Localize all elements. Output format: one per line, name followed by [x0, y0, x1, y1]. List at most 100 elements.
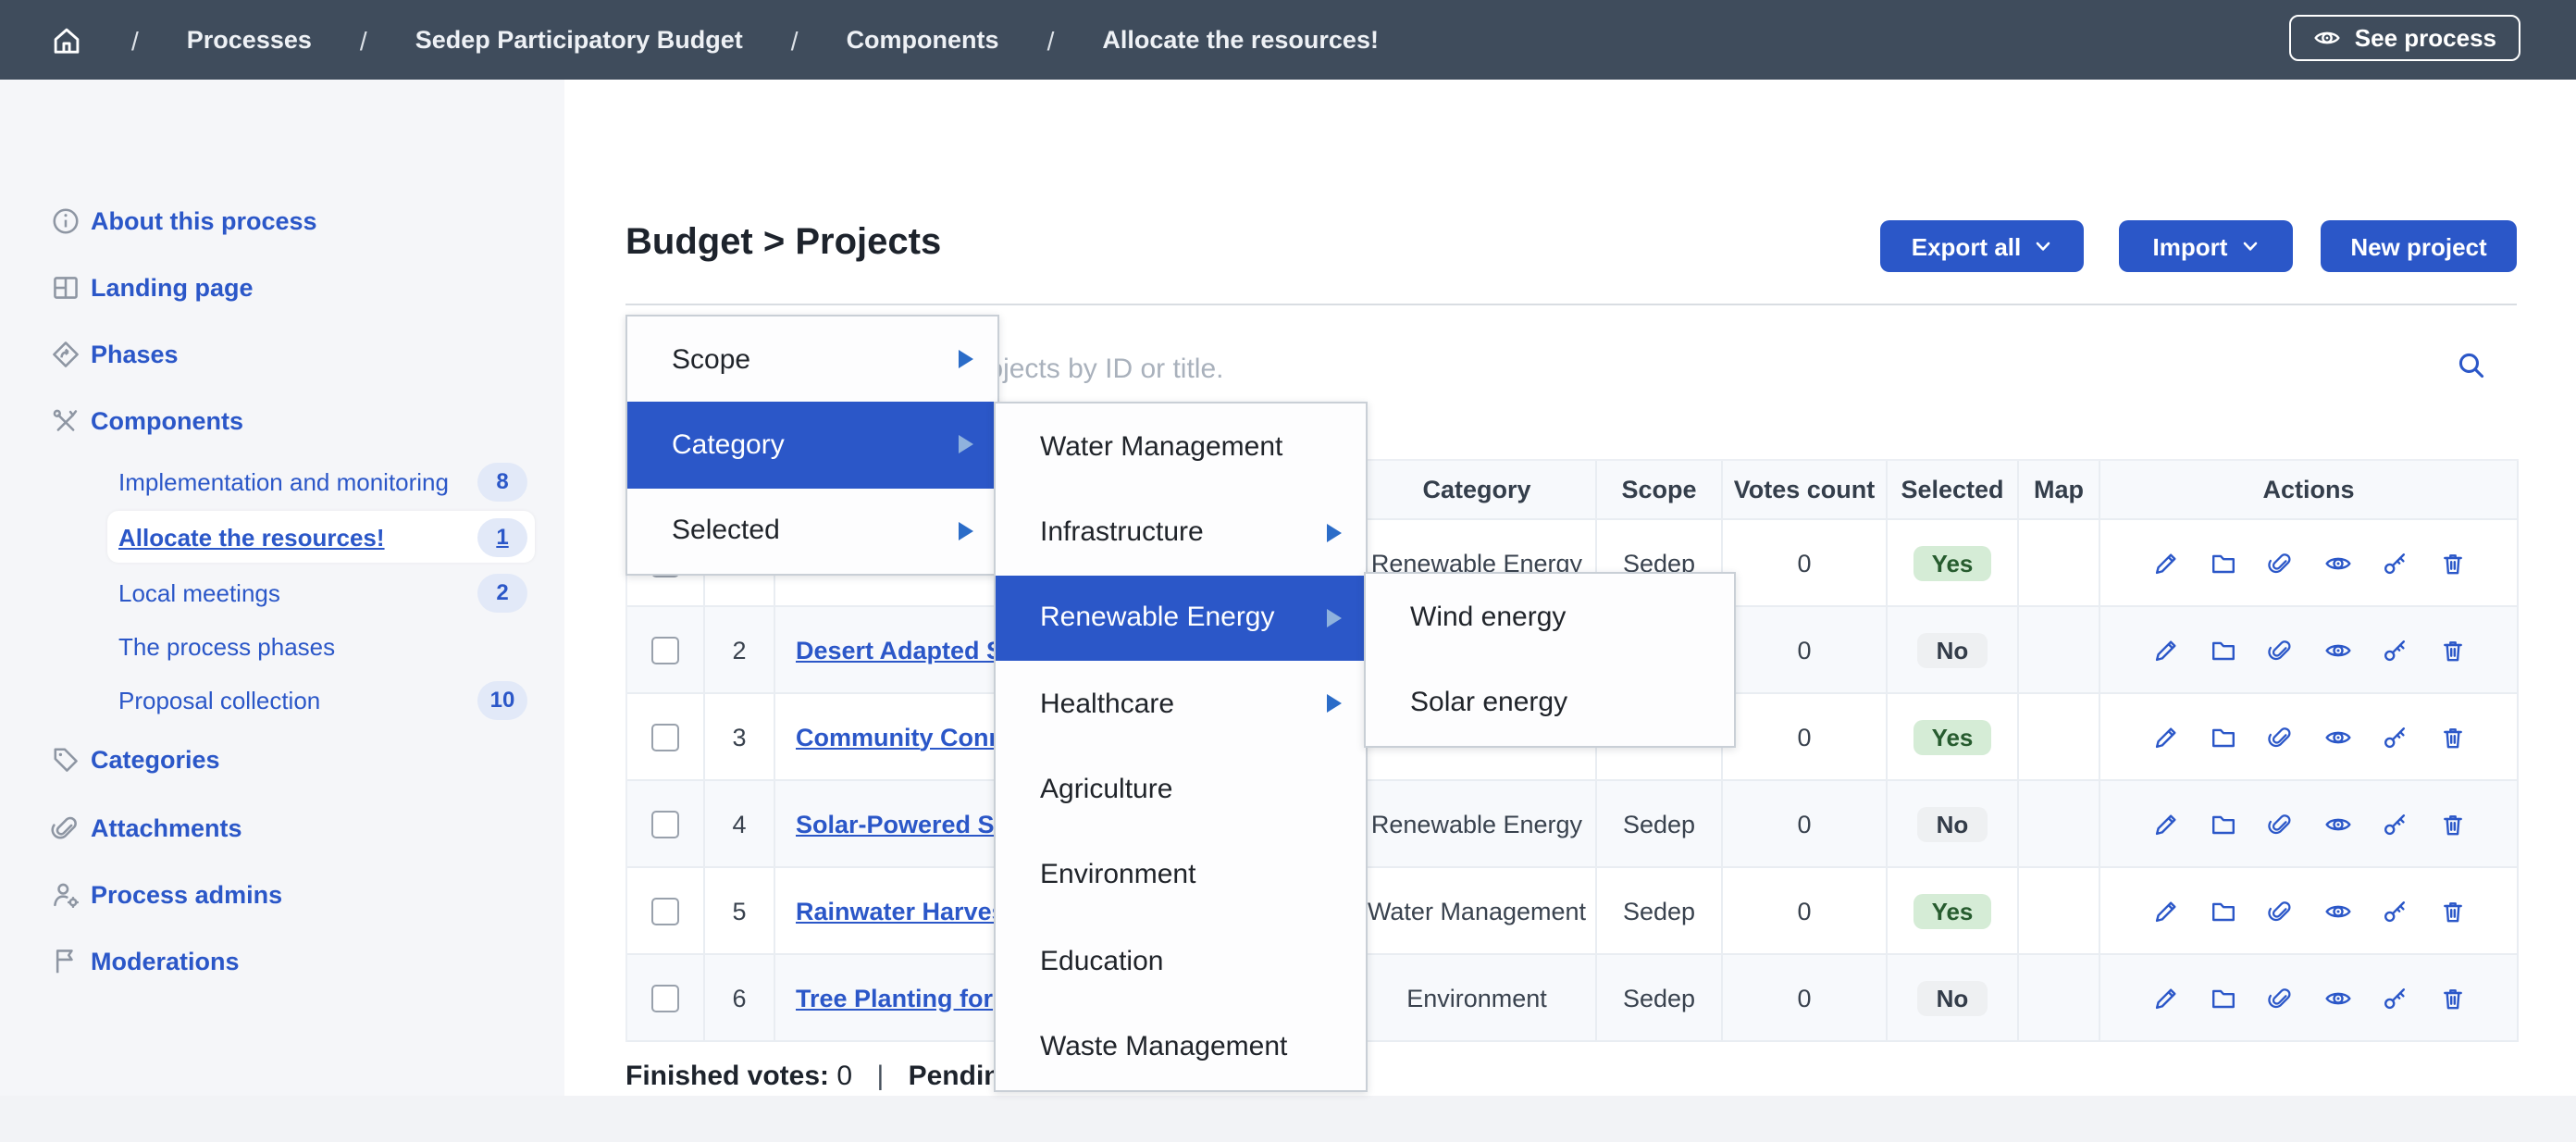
- folder-icon[interactable]: [2209, 636, 2236, 664]
- row-checkbox[interactable]: [651, 810, 679, 838]
- trash-icon[interactable]: [2438, 984, 2466, 1012]
- sidebar-item-label: Categories: [91, 745, 220, 773]
- key-icon[interactable]: [2381, 984, 2409, 1012]
- key-icon[interactable]: [2381, 897, 2409, 925]
- category-item-agriculture[interactable]: Agriculture: [996, 747, 1366, 833]
- breadcrumb-link-process[interactable]: Sedep Participatory Budget: [415, 26, 743, 54]
- project-title-link[interactable]: Solar-Powered St: [796, 810, 1003, 838]
- attachment-icon[interactable]: [2266, 636, 2294, 664]
- row-checkbox[interactable]: [651, 723, 679, 751]
- edit-icon[interactable]: [2151, 636, 2179, 664]
- breadcrumb-current[interactable]: Allocate the resources!: [1102, 26, 1379, 54]
- category-item-education[interactable]: Education: [996, 918, 1366, 1004]
- project-category: Water Management: [1358, 868, 1597, 955]
- key-icon[interactable]: [2381, 636, 2409, 664]
- chevron-down-icon: [2034, 237, 2052, 255]
- folder-icon[interactable]: [2209, 984, 2236, 1012]
- key-icon[interactable]: [2381, 810, 2409, 838]
- category-item-healthcare[interactable]: Healthcare: [996, 661, 1366, 747]
- category-item-water-management[interactable]: Water Management: [996, 403, 1366, 490]
- filter-menu-item-category[interactable]: Category: [627, 403, 997, 489]
- edit-icon[interactable]: [2151, 810, 2179, 838]
- preview-icon[interactable]: [2323, 810, 2351, 838]
- filter-menu-item-scope[interactable]: Scope: [627, 317, 997, 403]
- category-item-environment[interactable]: Environment: [996, 833, 1366, 919]
- preview-icon[interactable]: [2323, 723, 2351, 751]
- sidebar-item-allocate-resources[interactable]: Allocate the resources! 1: [0, 511, 564, 563]
- project-votes: 0: [1723, 868, 1888, 955]
- preview-icon[interactable]: [2323, 897, 2351, 925]
- breadcrumb-link-components[interactable]: Components: [847, 26, 999, 54]
- folder-icon[interactable]: [2209, 897, 2236, 925]
- user-gear-icon: [50, 878, 81, 910]
- sidebar-item-process-phases[interactable]: The process phases: [0, 620, 564, 672]
- sidebar-item-proposal-collection[interactable]: Proposal collection 10: [0, 674, 564, 726]
- sidebar: About this process Landing page Phases C…: [0, 80, 564, 1096]
- attachment-icon[interactable]: [2266, 723, 2294, 751]
- search-input[interactable]: [861, 341, 2404, 398]
- attachment-icon[interactable]: [2266, 897, 2294, 925]
- project-title-link[interactable]: Community Conn: [796, 723, 1004, 751]
- attachment-icon[interactable]: [2266, 984, 2294, 1012]
- project-title-link[interactable]: Rainwater Harves: [796, 897, 1006, 925]
- new-project-button[interactable]: New project: [2321, 220, 2517, 272]
- menu-item-label: Water Management: [1040, 430, 1282, 462]
- sidebar-item-implementation-monitoring[interactable]: Implementation and monitoring 8: [0, 455, 564, 507]
- home-icon[interactable]: [50, 23, 83, 56]
- project-category: Environment: [1358, 955, 1597, 1042]
- category-item-infrastructure[interactable]: Infrastructure: [996, 490, 1366, 576]
- preview-icon[interactable]: [2323, 549, 2351, 577]
- selected-badge: No: [1918, 806, 1988, 841]
- header-scope: Scope: [1597, 461, 1723, 520]
- attachment-icon[interactable]: [2266, 549, 2294, 577]
- sidebar-item-label: Process admins: [91, 880, 282, 908]
- edit-icon[interactable]: [2151, 723, 2179, 751]
- sidebar-item-label: Landing page: [91, 273, 254, 301]
- preview-icon[interactable]: [2323, 636, 2351, 664]
- menu-item-label: Renewable Energy: [1040, 602, 1275, 634]
- sidebar-item-label: Attachments: [91, 813, 242, 841]
- see-process-button[interactable]: See process: [2290, 15, 2520, 61]
- status-separator: |: [876, 1061, 884, 1092]
- paperclip-icon: [50, 812, 81, 843]
- attachment-icon[interactable]: [2266, 810, 2294, 838]
- sidebar-item-local-meetings[interactable]: Local meetings 2: [0, 566, 564, 618]
- trash-icon[interactable]: [2438, 549, 2466, 577]
- search-icon[interactable]: [2456, 350, 2487, 381]
- breadcrumb-link-processes[interactable]: Processes: [187, 26, 312, 54]
- trash-icon[interactable]: [2438, 897, 2466, 925]
- category-item-renewable-energy[interactable]: Renewable Energy: [996, 575, 1366, 661]
- sidebar-item-label: Phases: [91, 340, 179, 367]
- preview-icon[interactable]: [2323, 984, 2351, 1012]
- trash-icon[interactable]: [2438, 723, 2466, 751]
- edit-icon[interactable]: [2151, 984, 2179, 1012]
- key-icon[interactable]: [2381, 723, 2409, 751]
- top-bar: / Processes / Sedep Participatory Budget…: [0, 0, 2576, 80]
- edit-icon[interactable]: [2151, 549, 2179, 577]
- export-all-button[interactable]: Export all: [1880, 220, 2084, 272]
- project-title-link[interactable]: Desert Adapted S: [796, 636, 1003, 664]
- project-id: 5: [705, 868, 775, 955]
- folder-icon[interactable]: [2209, 810, 2236, 838]
- trash-icon[interactable]: [2438, 810, 2466, 838]
- row-checkbox[interactable]: [651, 897, 679, 925]
- row-checkbox[interactable]: [651, 984, 679, 1012]
- folder-icon[interactable]: [2209, 723, 2236, 751]
- row-checkbox[interactable]: [651, 636, 679, 664]
- edit-icon[interactable]: [2151, 897, 2179, 925]
- filter-menu-item-selected[interactable]: Selected: [627, 488, 997, 574]
- divider: [625, 304, 2517, 305]
- subcategory-item-solar-energy[interactable]: Solar energy: [1366, 660, 1734, 746]
- category-submenu: Water Management Infrastructure Renewabl…: [994, 402, 1368, 1092]
- menu-item-label: Scope: [672, 343, 750, 375]
- folder-icon[interactable]: [2209, 549, 2236, 577]
- footer-strip: [0, 1096, 2576, 1142]
- import-button[interactable]: Import: [2119, 220, 2293, 272]
- trash-icon[interactable]: [2438, 636, 2466, 664]
- project-id: 2: [705, 607, 775, 694]
- category-item-waste-management[interactable]: Waste Management: [996, 1004, 1366, 1090]
- key-icon[interactable]: [2381, 549, 2409, 577]
- subcategory-item-wind-energy[interactable]: Wind energy: [1366, 574, 1734, 660]
- project-title-link[interactable]: Tree Planting for: [796, 984, 993, 1012]
- import-label: Import: [2153, 232, 2228, 260]
